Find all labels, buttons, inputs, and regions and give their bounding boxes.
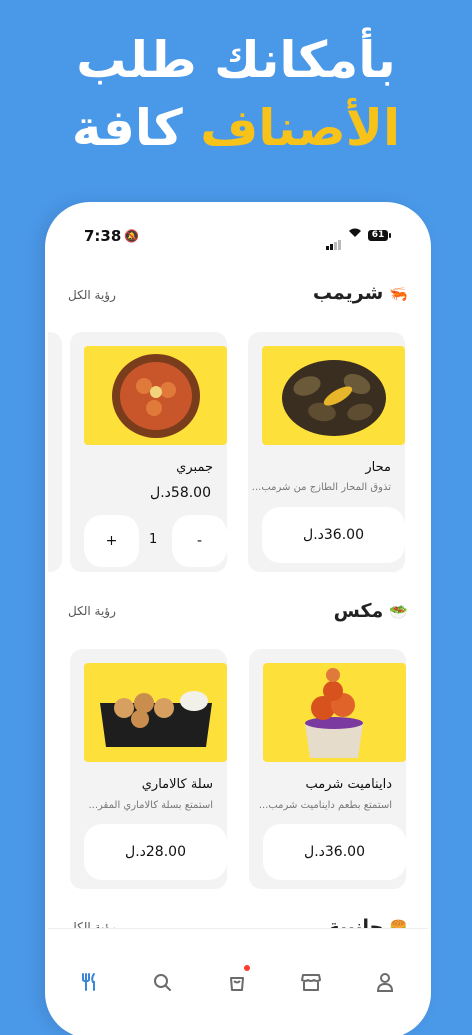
wifi-icon [348, 227, 362, 242]
bottom-tab-bar [48, 928, 428, 1035]
product-card-oysters[interactable]: محار تذوق المحار الطازج من شرمب... 36.00… [248, 332, 405, 572]
product-image-dynamite [263, 663, 406, 762]
phone-screen: 7:38 🔕 61 🦐شريمب رؤية الكل محار تذوق الم… [48, 205, 428, 1035]
status-bar: 7:38 🔕 61 [48, 205, 428, 261]
card-peek[interactable] [48, 332, 62, 572]
section-title-mix: 🥗مكس [333, 600, 408, 622]
product-card-calamari[interactable]: سلة كالاماري استمتع بسلة كالاماري المقر.… [70, 649, 227, 889]
bowl-icon: 🥗 [389, 603, 408, 621]
product-image-shrimp [84, 346, 227, 445]
cart-badge [244, 965, 250, 971]
product-name: دايناميت شرمب [305, 777, 392, 792]
product-image-oysters [262, 346, 405, 445]
battery-indicator: 61 [368, 230, 391, 241]
increment-button[interactable]: + [84, 515, 139, 567]
banner-line-1: بأمكانك طلب [76, 31, 396, 89]
signal-icon [326, 231, 342, 250]
menu-icon[interactable] [74, 967, 104, 997]
quantity-value: 1 [149, 532, 158, 547]
product-card-shrimp[interactable]: جمبري 58.00د.ل - 1 + [70, 332, 227, 572]
profile-icon[interactable] [370, 967, 400, 997]
status-time: 7:38 [84, 227, 122, 245]
see-all-link-mix[interactable]: رؤية الكل [68, 604, 116, 618]
section-title-shrimp: 🦐شريمب [312, 282, 408, 304]
search-icon[interactable] [147, 967, 177, 997]
bell-muted-icon: 🔕 [124, 229, 139, 243]
see-all-link-shrimp[interactable]: رؤية الكل [68, 288, 116, 302]
add-to-cart-button[interactable]: 36.00د.ل [262, 507, 405, 563]
add-to-cart-button[interactable]: 36.00د.ل [263, 824, 406, 880]
product-name: سلة كالاماري [141, 777, 213, 792]
banner-rest-text: كافة [71, 99, 183, 157]
product-description: تذوق المحار الطازج من شرمب... [251, 482, 391, 493]
product-name: جمبري [176, 460, 213, 475]
store-icon[interactable] [296, 967, 326, 997]
product-description: استمتع بسلة كالاماري المقر... [88, 800, 214, 811]
product-image-calamari [84, 663, 227, 762]
shrimp-icon: 🦐 [389, 285, 408, 303]
product-description: استمتع بطعم دايناميت شرمب... [258, 800, 392, 811]
product-name: محار [365, 460, 391, 475]
banner-line-2: الأصناف كافة [0, 98, 472, 158]
product-card-dynamite[interactable]: دايناميت شرمب استمتع بطعم دايناميت شرمب.… [249, 649, 406, 889]
decrement-button[interactable]: - [172, 515, 227, 567]
product-price: 58.00د.ل [150, 485, 211, 501]
cart-icon[interactable] [222, 965, 252, 997]
add-to-cart-button[interactable]: 28.00د.ل [84, 824, 227, 880]
banner-accent-text: الأصناف [200, 99, 401, 157]
